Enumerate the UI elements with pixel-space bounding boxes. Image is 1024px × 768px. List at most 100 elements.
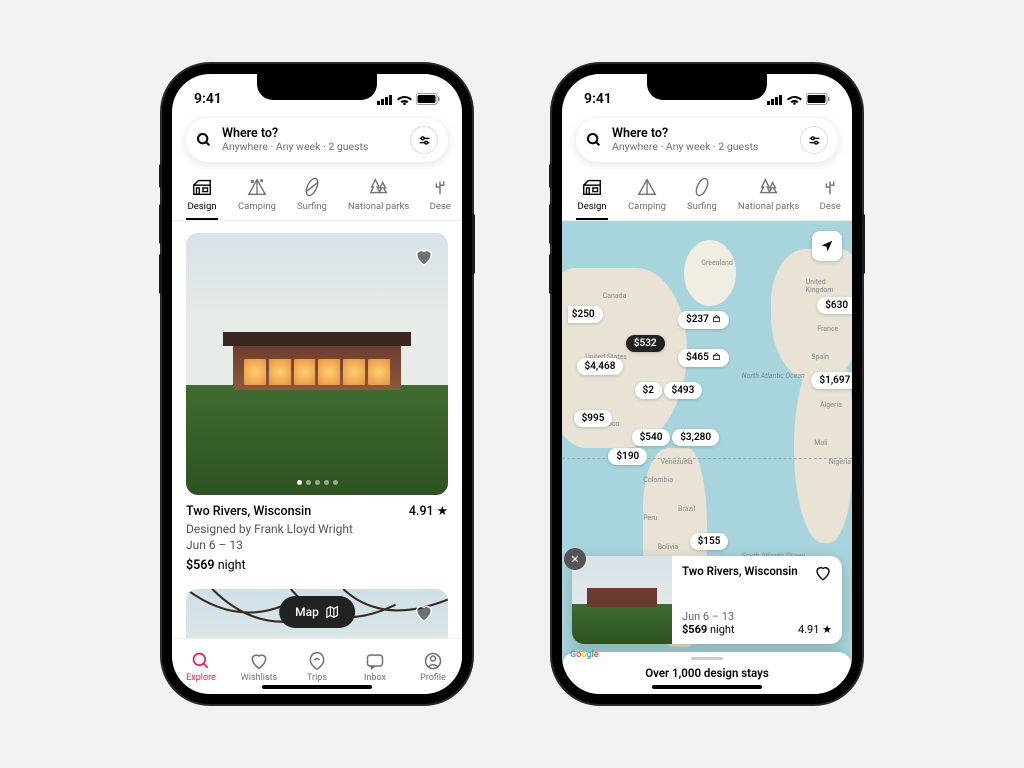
map-card-rating: 4.91 ★	[798, 623, 832, 636]
listing-card[interactable]: Two Rivers, Wisconsin 4.91 ★ Designed by…	[186, 233, 448, 575]
status-indicators	[767, 93, 830, 105]
wishlist-heart-button[interactable]	[410, 599, 438, 627]
price-pin[interactable]: $532	[626, 335, 665, 352]
price-pin[interactable]: $250	[568, 306, 603, 323]
price-pin[interactable]: $1,697	[811, 372, 852, 389]
tab-explore[interactable]: Explore	[172, 639, 230, 694]
category-camping[interactable]: Camping	[618, 170, 676, 220]
map-listing-card[interactable]: Two Rivers, Wisconsin Jun 6 – 13 $569 ni…	[572, 556, 842, 644]
close-card-button[interactable]	[564, 548, 586, 570]
category-tabs: Design Camping Surfing National parks De…	[172, 170, 462, 221]
price-pin[interactable]: $2	[635, 382, 662, 399]
map-card-image	[572, 556, 672, 644]
close-icon	[570, 554, 580, 564]
status-time: 9:41	[194, 91, 222, 107]
filter-icon	[418, 134, 431, 147]
price-pin[interactable]: $493	[664, 382, 703, 399]
category-desert[interactable]: Dese	[419, 170, 461, 220]
tab-profile[interactable]: Profile	[404, 639, 462, 694]
listing-price: $569 night	[186, 557, 448, 575]
category-surfing[interactable]: Surfing	[676, 170, 728, 220]
cellular-icon	[767, 94, 783, 105]
status-time: 9:41	[584, 91, 612, 107]
battery-icon	[806, 93, 830, 105]
home-indicator[interactable]	[262, 685, 372, 689]
category-design[interactable]: Design	[566, 170, 618, 220]
design-icon	[581, 176, 603, 198]
listing-dates: Jun 6 – 13	[186, 537, 448, 554]
price-pin[interactable]: $3,280	[672, 429, 719, 446]
parks-icon	[368, 176, 390, 198]
price-pin[interactable]: $465	[678, 349, 729, 367]
price-pin[interactable]: $630	[817, 297, 852, 314]
listing-subtitle: Designed by Frank Lloyd Wright	[186, 521, 448, 538]
location-arrow-icon	[820, 239, 834, 253]
listing-rating: 4.91 ★	[409, 503, 448, 521]
profile-icon	[423, 651, 443, 671]
ocean-label: North Atlantic Ocean	[742, 372, 805, 380]
wishlist-heart-button[interactable]	[410, 243, 438, 271]
camping-icon	[246, 176, 268, 198]
home-indicator[interactable]	[652, 685, 762, 689]
map-toggle-button[interactable]: Map	[279, 596, 355, 628]
heart-icon	[249, 651, 269, 671]
cellular-icon	[377, 94, 393, 105]
phone-frame-map: 9:41 Where to? Anywhere · Any week · 2 g…	[552, 64, 862, 704]
category-design[interactable]: Design	[176, 170, 228, 220]
parks-icon	[758, 176, 780, 198]
map-card-price: $569 night	[682, 623, 735, 636]
surfing-icon	[301, 176, 323, 198]
category-national-parks[interactable]: National parks	[338, 170, 419, 220]
wishlist-heart-button[interactable]	[814, 564, 832, 585]
notch	[647, 74, 767, 100]
map-card-location: Two Rivers, Wisconsin	[682, 564, 832, 578]
price-pin[interactable]: $155	[690, 533, 729, 550]
map[interactable]: North Atlantic Ocean South Atlantic Ocea…	[562, 221, 852, 694]
category-surfing[interactable]: Surfing	[286, 170, 338, 220]
image-pagination-dots	[186, 480, 448, 485]
desert-icon	[429, 176, 451, 198]
camping-icon	[636, 176, 658, 198]
map-icon	[325, 605, 339, 619]
price-pin[interactable]: $190	[608, 448, 647, 465]
desert-icon	[819, 176, 841, 198]
category-desert[interactable]: Dese	[809, 170, 851, 220]
google-attribution: Google	[570, 650, 599, 660]
search-icon	[196, 132, 212, 148]
search-title: Where to?	[612, 126, 790, 141]
listing-location: Two Rivers, Wisconsin	[186, 503, 311, 521]
wifi-icon	[397, 94, 412, 105]
search-bar[interactable]: Where to? Anywhere · Any week · 2 guests	[186, 118, 448, 162]
map-card-dates: Jun 6 – 13	[682, 610, 735, 623]
search-bar[interactable]: Where to? Anywhere · Any week · 2 guests	[576, 118, 838, 162]
filter-icon	[808, 134, 821, 147]
search-subtitle: Anywhere · Any week · 2 guests	[612, 141, 790, 154]
search-subtitle: Anywhere · Any week · 2 guests	[222, 141, 400, 154]
price-pin[interactable]: $4,468	[577, 358, 624, 375]
phone-frame-list: 9:41 Where to? Anywhere · Any week · 2 g…	[162, 64, 472, 704]
surfing-icon	[691, 176, 713, 198]
battery-icon	[416, 93, 440, 105]
notch	[257, 74, 377, 100]
heart-icon	[413, 602, 435, 624]
category-camping[interactable]: Camping	[228, 170, 286, 220]
price-pin[interactable]: $995	[574, 410, 613, 427]
filter-button[interactable]	[410, 126, 438, 154]
search-title: Where to?	[222, 126, 400, 141]
heart-icon	[814, 564, 832, 582]
trips-icon	[307, 651, 327, 671]
listing-image[interactable]	[186, 233, 448, 495]
filter-button[interactable]	[800, 126, 828, 154]
category-national-parks[interactable]: National parks	[728, 170, 809, 220]
inbox-icon	[365, 651, 385, 671]
price-pin[interactable]: $237	[678, 311, 729, 329]
wifi-icon	[787, 94, 802, 105]
explore-icon	[191, 651, 211, 671]
category-tabs: Design Camping Surfing National parks De…	[562, 170, 852, 221]
design-icon	[191, 176, 213, 198]
heart-icon	[413, 246, 435, 268]
status-indicators	[377, 93, 440, 105]
search-icon	[586, 132, 602, 148]
locate-me-button[interactable]	[812, 231, 842, 261]
price-pin[interactable]: $540	[632, 429, 671, 446]
